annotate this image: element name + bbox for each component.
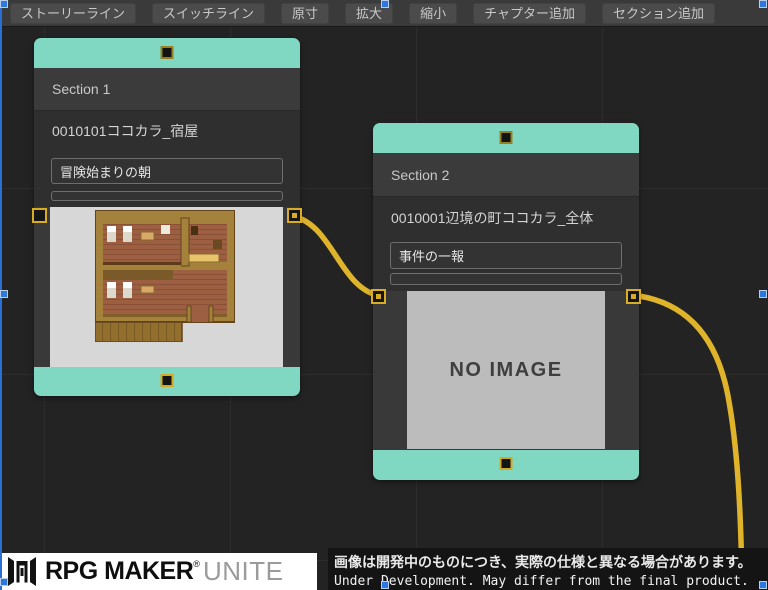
zoom-out-button[interactable]: 縮小 bbox=[409, 3, 457, 24]
section1-map-name: 0010101ココカラ_宿屋 bbox=[52, 121, 198, 141]
section2-memo-input[interactable]: 事件の一報 bbox=[390, 242, 622, 269]
logo-brand-text: RPG MAKER bbox=[45, 557, 193, 586]
actual-size-button[interactable]: 原寸 bbox=[281, 3, 329, 24]
development-disclaimer: 画像は開発中のものにつき、実際の仕様と異なる場合があります。 Under Dev… bbox=[328, 548, 768, 590]
section1-header-bar bbox=[34, 38, 300, 68]
port-dot bbox=[631, 294, 636, 299]
section1-footer-bar bbox=[34, 367, 300, 396]
section2-title-row: Section 2 bbox=[373, 153, 639, 196]
section1-right-port[interactable] bbox=[287, 208, 302, 223]
rpg-maker-emblem-icon bbox=[6, 556, 38, 587]
storyline-button[interactable]: ストーリーライン bbox=[10, 3, 136, 24]
section1-map-thumbnail[interactable] bbox=[50, 207, 283, 367]
section2-left-port[interactable] bbox=[371, 289, 386, 304]
selection-handle-top-right[interactable] bbox=[759, 0, 767, 8]
section1-left-port[interactable] bbox=[32, 208, 47, 223]
section2-map-name: 0010001辺境の町ココカラ_全体 bbox=[391, 208, 593, 228]
section1-input-port[interactable] bbox=[161, 46, 174, 59]
section2-memo2-input[interactable] bbox=[390, 273, 622, 285]
section1-memo2-input[interactable] bbox=[51, 191, 283, 201]
section2-right-port[interactable] bbox=[626, 289, 641, 304]
selection-handle-right-middle[interactable] bbox=[759, 290, 767, 298]
no-image-label: NO IMAGE bbox=[449, 359, 562, 382]
section2-footer-bar bbox=[373, 450, 639, 480]
section1-title-row: Section 1 bbox=[34, 68, 300, 110]
switchline-button[interactable]: スイッチライン bbox=[152, 3, 265, 24]
inn-map-image bbox=[95, 210, 235, 342]
port-dot bbox=[292, 213, 297, 218]
selection-handle-top-left[interactable] bbox=[0, 0, 8, 8]
section1-map-name-row: 0010101ココカラ_宿屋 bbox=[34, 110, 300, 150]
registered-mark: ® bbox=[193, 559, 200, 569]
section1-title: Section 1 bbox=[52, 81, 110, 97]
add-chapter-button[interactable]: チャプター追加 bbox=[473, 3, 586, 24]
section1-node[interactable]: Section 1 0010101ココカラ_宿屋 冒険始まりの朝 bbox=[34, 38, 300, 396]
section1-output-port[interactable] bbox=[161, 374, 174, 387]
logo-product-text: UNITE bbox=[203, 556, 284, 587]
section2-header-bar bbox=[373, 123, 639, 153]
section1-fields: 冒険始まりの朝 bbox=[34, 150, 300, 207]
section2-output-port[interactable] bbox=[500, 457, 513, 470]
section2-input-port[interactable] bbox=[500, 131, 513, 144]
section1-memo-text: 冒険始まりの朝 bbox=[60, 162, 151, 181]
selection-handle-left-middle[interactable] bbox=[0, 290, 8, 298]
section2-node[interactable]: Section 2 0010001辺境の町ココカラ_全体 事件の一報 NO IM… bbox=[373, 123, 639, 480]
section1-memo-input[interactable]: 冒険始まりの朝 bbox=[51, 158, 283, 184]
section2-title: Section 2 bbox=[391, 167, 449, 183]
section2-memo-text: 事件の一報 bbox=[399, 246, 464, 265]
section2-map-name-row: 0010001辺境の町ココカラ_全体 bbox=[373, 196, 639, 238]
selection-handle-top-center[interactable] bbox=[381, 0, 389, 8]
disclaimer-japanese: 画像は開発中のものにつき、実際の仕様と異なる場合があります。 bbox=[334, 552, 762, 572]
storyline-editor-window: ストーリーライン スイッチライン 原寸 拡大 縮小 チャプター追加 セクション追… bbox=[0, 0, 768, 590]
disclaimer-english: Under Development. May differ from the f… bbox=[334, 574, 762, 589]
port-dot bbox=[376, 294, 381, 299]
add-section-button[interactable]: セクション追加 bbox=[602, 3, 715, 24]
selection-handle-bottom-right[interactable] bbox=[759, 581, 767, 589]
section2-fields: 事件の一報 bbox=[373, 238, 639, 291]
section2-map-thumbnail[interactable]: NO IMAGE bbox=[407, 291, 605, 449]
selection-handle-bottom-center[interactable] bbox=[381, 581, 389, 589]
selection-handle-bottom-left[interactable] bbox=[0, 578, 8, 586]
rpg-maker-unite-logo: RPG MAKER ® UNITE bbox=[2, 553, 317, 590]
